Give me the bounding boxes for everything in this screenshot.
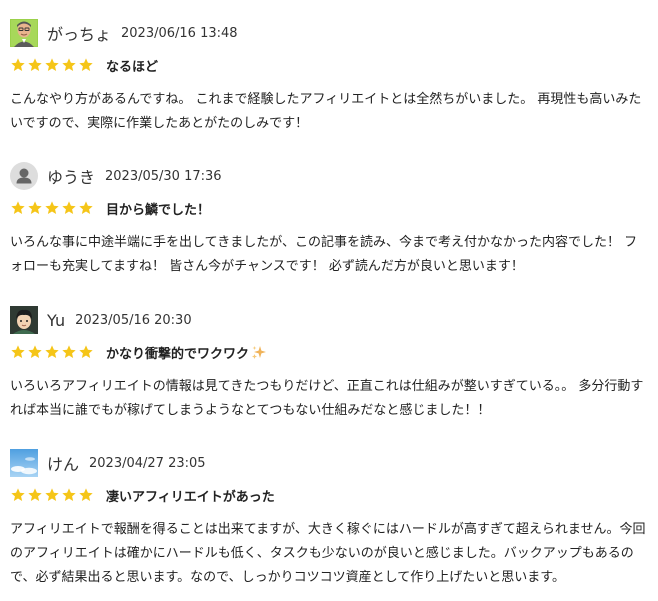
review-title-text: 凄いアフィリエイトがあった: [106, 489, 275, 505]
star-icon: [28, 488, 42, 501]
star-icon: [79, 488, 93, 501]
star-icon: [79, 201, 93, 214]
review-date: 2023/05/16 20:30: [75, 312, 192, 328]
star-rating: [10, 57, 95, 73]
star-icon: [45, 345, 59, 358]
review-title-text: なるほど: [106, 59, 159, 75]
review-header: Yu 2023/05/16 20:30: [10, 306, 192, 334]
star-icon: [28, 58, 42, 71]
star-icon: [28, 201, 42, 214]
review-title: なるほど: [106, 56, 158, 75]
review-header: けん 2023/04/27 23:05: [10, 449, 206, 477]
review-body: こんなやり方があるんですね。 これまで経験したアフィリエイトとは全然ちがいました…: [10, 92, 642, 131]
star-icon: [45, 58, 59, 71]
review-title-text: かなり衝撃的でワクワク: [106, 346, 250, 362]
review-list: がっちょ 2023/06/16 13:48 なるほど こんなやり方があるんですね…: [0, 0, 658, 601]
star-rating: [10, 487, 95, 503]
star-icon: [62, 345, 76, 358]
review-date: 2023/05/30 17:36: [105, 168, 222, 184]
illustrated-avatar: [10, 306, 38, 334]
review-date: 2023/06/16 13:48: [121, 25, 238, 41]
star-icon: [62, 58, 76, 71]
star-icon: [62, 201, 76, 214]
review-body: アフィリエイトで報酬を得ることは出来てますが、大きく稼ぐにはハードルが高すぎて超…: [10, 522, 646, 585]
star-icon: [79, 58, 93, 71]
star-icon: [62, 488, 76, 501]
star-icon: [11, 345, 25, 358]
reviewer-name: がっちょ: [47, 25, 112, 44]
star-icon: [28, 345, 42, 358]
review-body: いろいろアフィリエイトの情報は見てきたつもりだけど、正直これは仕組みが整いすぎて…: [10, 379, 644, 418]
default-user-icon: [10, 162, 38, 190]
reviewer-name: ゆうき: [47, 168, 96, 187]
review-header: がっちょ 2023/06/16 13:48: [10, 19, 238, 47]
review-date: 2023/04/27 23:05: [89, 455, 206, 471]
rating-row: かなり衝撃的でワクワク: [10, 342, 267, 362]
review-title-text: 目から鱗でした！: [106, 202, 211, 218]
star-icon: [11, 488, 25, 501]
review-header: ゆうき 2023/05/30 17:36: [10, 162, 222, 190]
review-body: いろんな事に中途半端に手を出してきましたが、この記事を読み、今まで考え付かなかっ…: [10, 235, 638, 274]
review-title: 目から鱗でした！: [106, 199, 210, 218]
review-title: 凄いアフィリエイトがあった: [106, 486, 275, 505]
photo-avatar: [10, 19, 38, 47]
rating-row: 目から鱗でした！: [10, 198, 210, 218]
star-rating: [10, 344, 95, 360]
rating-row: 凄いアフィリエイトがあった: [10, 485, 275, 505]
star-icon: [79, 345, 93, 358]
review-title: かなり衝撃的でワクワク: [106, 343, 267, 362]
reviewer-name: Yu: [47, 310, 66, 330]
star-rating: [10, 200, 95, 216]
star-icon: [45, 488, 59, 501]
sky-avatar: [10, 449, 38, 477]
star-icon: [11, 201, 25, 214]
star-icon: [45, 201, 59, 214]
reviewer-name: けん: [47, 455, 80, 474]
rating-row: なるほど: [10, 55, 158, 75]
star-icon: [11, 58, 25, 71]
sparkle-icon: [251, 345, 267, 360]
